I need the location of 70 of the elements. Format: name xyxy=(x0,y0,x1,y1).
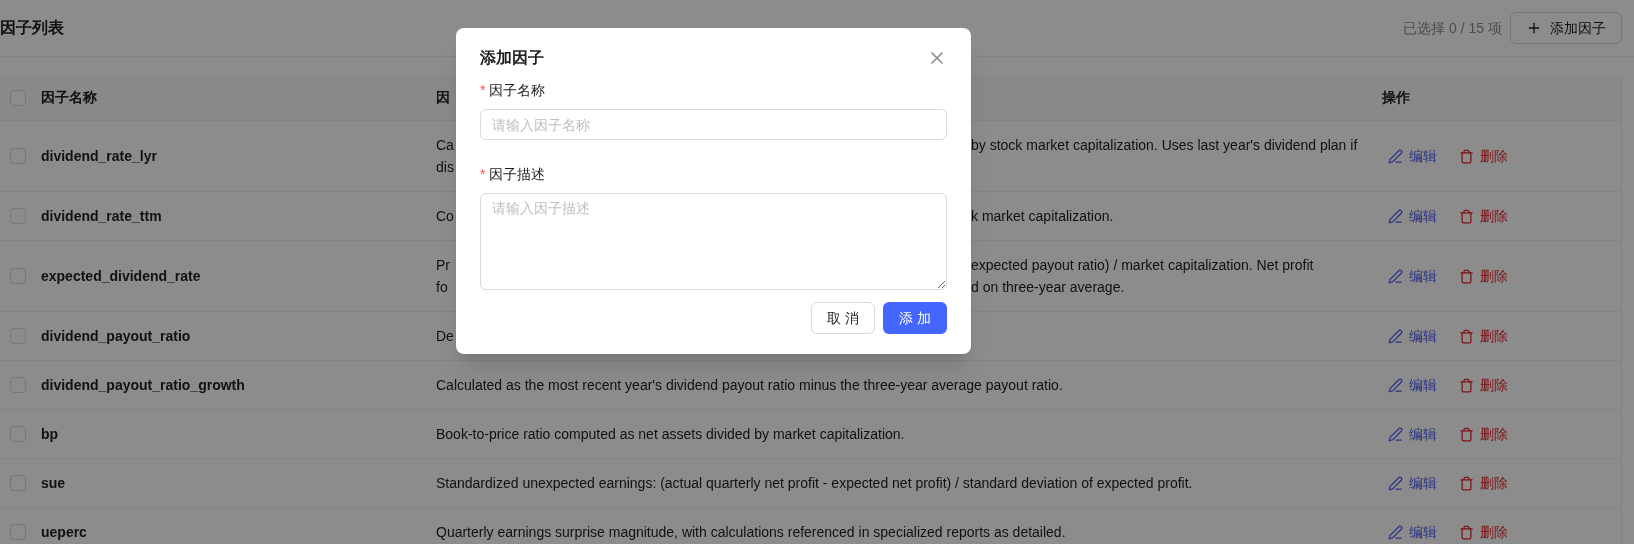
cancel-button[interactable]: 取 消 xyxy=(811,302,875,334)
pencil-icon xyxy=(1388,524,1403,540)
description-text: dis xyxy=(436,159,454,175)
edit-link[interactable]: 编辑 xyxy=(1388,423,1437,445)
description-text: fo xyxy=(436,279,448,295)
pencil-icon xyxy=(1388,475,1403,491)
trash-icon xyxy=(1459,524,1474,540)
description-text: Co xyxy=(436,208,454,224)
edit-link[interactable]: 编辑 xyxy=(1388,521,1437,543)
dialog-title: 添加因子 xyxy=(480,48,544,68)
factor-name: bp xyxy=(41,426,59,442)
edit-link[interactable]: 编辑 xyxy=(1388,325,1437,347)
delete-link[interactable]: 删除 xyxy=(1459,265,1508,287)
pencil-icon xyxy=(1388,426,1403,442)
factor-name: dividend_rate_lyr xyxy=(41,148,157,164)
submit-button[interactable]: 添 加 xyxy=(883,302,947,334)
plus-icon xyxy=(1526,20,1542,36)
description-text: Standardized unexpected earnings: (actual quarterly net profit - expected net profit) / standard deviation of expected profit. xyxy=(436,475,1193,491)
name-input[interactable]: 请输入因子名称 xyxy=(480,109,947,140)
pencil-icon xyxy=(1388,208,1403,224)
pencil-icon xyxy=(1388,377,1403,393)
description-text: De xyxy=(436,328,454,344)
delete-link[interactable]: 删除 xyxy=(1459,205,1508,227)
required-mark: * xyxy=(480,165,486,184)
description-text: Quarterly earnings surprise magnitude, with calculations referenced in specialized reports as detailed. xyxy=(436,524,1066,540)
factor-name: expected_dividend_rate xyxy=(41,268,201,284)
field-label: 因子描述 xyxy=(489,165,546,184)
description-text: Calculated as the most recent year's dividend payout ratio minus the three-year average payout ratio. xyxy=(436,377,1063,393)
delete-link[interactable]: 删除 xyxy=(1459,521,1508,543)
factor-name: sue xyxy=(41,475,66,491)
factor-name: dividend_payout_ratio xyxy=(41,328,191,344)
trash-icon xyxy=(1459,268,1474,284)
delete-link[interactable]: 删除 xyxy=(1459,472,1508,494)
page-title: 因子列表 xyxy=(0,18,64,38)
edit-link[interactable]: 编辑 xyxy=(1388,145,1437,167)
description-text: d on three-year average. xyxy=(971,278,1125,297)
delete-link[interactable]: 删除 xyxy=(1459,145,1508,167)
factor-name: ueperc xyxy=(41,524,87,540)
description-text: expected payout ratio) / market capitalization. Net profit xyxy=(971,256,1314,275)
delete-link[interactable]: 删除 xyxy=(1459,374,1508,396)
field-label: 因子名称 xyxy=(489,81,546,100)
column-header: 因 xyxy=(436,89,450,105)
description-textarea[interactable]: 请输入因子描述 xyxy=(480,193,947,290)
add-factor-button[interactable]: 添加因子 xyxy=(1510,12,1622,44)
pencil-icon xyxy=(1388,268,1403,284)
delete-link[interactable]: 删除 xyxy=(1459,423,1508,445)
trash-icon xyxy=(1459,208,1474,224)
description-text: Pr xyxy=(436,257,450,273)
pencil-icon xyxy=(1388,148,1403,164)
edit-link[interactable]: 编辑 xyxy=(1388,205,1437,227)
required-mark: * xyxy=(480,81,486,100)
trash-icon xyxy=(1459,328,1474,344)
column-header: 操作 xyxy=(1382,89,1410,105)
trash-icon xyxy=(1459,148,1474,164)
description-text: Ca xyxy=(436,137,454,153)
edit-link[interactable]: 编辑 xyxy=(1388,472,1437,494)
pencil-icon xyxy=(1388,328,1403,344)
delete-link[interactable]: 删除 xyxy=(1459,325,1508,347)
description-text: k market capitalization. xyxy=(971,207,1114,226)
selection-count: 已选择 0 / 15 项 xyxy=(1403,18,1502,38)
trash-icon xyxy=(1459,475,1474,491)
factor-name: dividend_rate_ttm xyxy=(41,208,162,224)
factor-name: dividend_payout_ratio_growth xyxy=(41,377,245,393)
description-text: by stock market capitalization. Uses last year's dividend plan if xyxy=(971,136,1358,155)
trash-icon xyxy=(1459,377,1474,393)
trash-icon xyxy=(1459,426,1474,442)
edit-link[interactable]: 编辑 xyxy=(1388,265,1437,287)
column-header: 因子名称 xyxy=(41,89,97,105)
description-text: Book-to-price ratio computed as net assets divided by market capitalization. xyxy=(436,426,905,442)
edit-link[interactable]: 编辑 xyxy=(1388,374,1437,396)
